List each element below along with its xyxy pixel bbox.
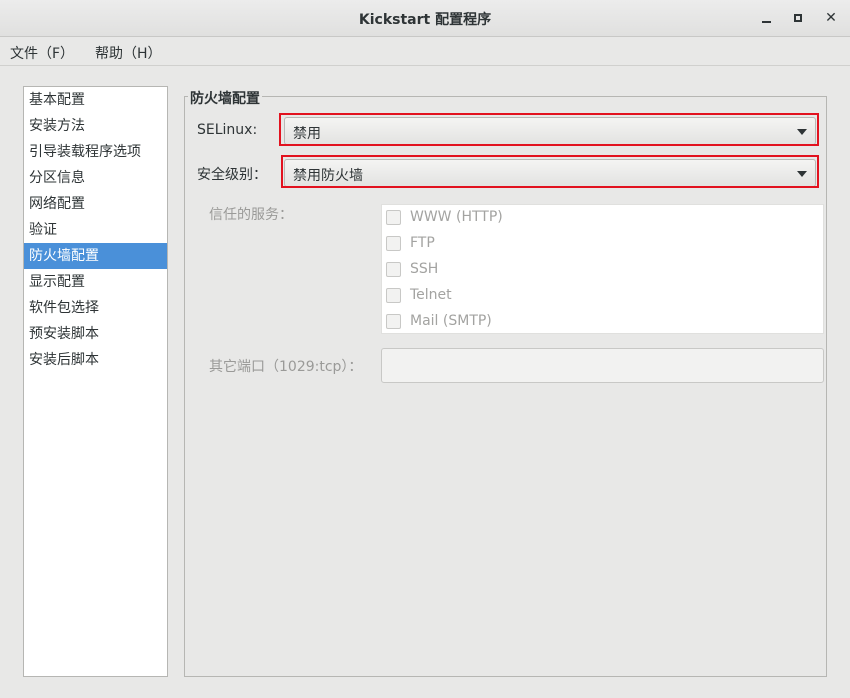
title-bar: Kickstart 配置程序 ✕ — [0, 0, 850, 37]
checkbox[interactable] — [386, 235, 401, 251]
security-level-label: 安全级别： — [197, 167, 267, 183]
service-label: FTP — [410, 235, 435, 251]
section-title: 防火墙配置 — [188, 88, 262, 108]
service-label: WWW (HTTP) — [410, 209, 503, 225]
sidebar-item-network[interactable]: 网络配置 — [24, 191, 167, 217]
sidebar-item-display[interactable]: 显示配置 — [24, 269, 167, 295]
maximize-button[interactable] — [788, 8, 808, 28]
other-ports-input[interactable] — [381, 348, 824, 383]
service-ftp[interactable]: FTP — [386, 233, 435, 253]
menu-file[interactable]: 文件（F） — [10, 43, 74, 63]
checkbox[interactable] — [386, 313, 401, 329]
selinux-value: 禁用 — [293, 126, 321, 142]
sidebar-list: 基本配置 安装方法 引导装载程序选项 分区信息 网络配置 验证 防火墙配置 显示… — [24, 87, 167, 373]
sidebar-item-firewall[interactable]: 防火墙配置 — [24, 243, 167, 269]
service-label: Mail (SMTP) — [410, 313, 492, 329]
service-ssh[interactable]: SSH — [386, 259, 438, 279]
sidebar-item-post-script[interactable]: 安装后脚本 — [24, 347, 167, 373]
dropdown-arrow-icon — [797, 129, 807, 135]
checkbox[interactable] — [386, 209, 401, 225]
minimize-button[interactable] — [756, 8, 776, 28]
minimize-icon — [761, 21, 771, 23]
menu-help[interactable]: 帮助（H） — [95, 43, 162, 63]
sidebar-item-packages[interactable]: 软件包选择 — [24, 295, 167, 321]
sidebar-item-install-method[interactable]: 安装方法 — [24, 113, 167, 139]
trusted-services-label: 信任的服务： — [209, 207, 293, 223]
sidebar: 基本配置 安装方法 引导装载程序选项 分区信息 网络配置 验证 防火墙配置 显示… — [23, 86, 168, 677]
checkbox[interactable] — [386, 287, 401, 303]
sidebar-item-auth[interactable]: 验证 — [24, 217, 167, 243]
service-www[interactable]: WWW (HTTP) — [386, 207, 503, 227]
dropdown-arrow-icon — [797, 171, 807, 177]
close-button[interactable]: ✕ — [821, 8, 841, 28]
security-level-combo[interactable]: 禁用防火墙 — [284, 159, 816, 187]
service-telnet[interactable]: Telnet — [386, 285, 452, 305]
sidebar-item-partition[interactable]: 分区信息 — [24, 165, 167, 191]
other-ports-label: 其它端口（1029:tcp）： — [209, 359, 363, 375]
selinux-label: SELinux: — [197, 122, 258, 138]
sidebar-item-pre-script[interactable]: 预安装脚本 — [24, 321, 167, 347]
window-title: Kickstart 配置程序 — [358, 12, 492, 28]
sidebar-item-basic[interactable]: 基本配置 — [24, 87, 167, 113]
service-label: SSH — [410, 261, 439, 277]
maximize-icon — [794, 14, 802, 22]
service-mail[interactable]: Mail (SMTP) — [386, 311, 492, 331]
security-level-value: 禁用防火墙 — [293, 168, 363, 184]
selinux-combo[interactable]: 禁用 — [284, 117, 816, 145]
checkbox[interactable] — [386, 261, 401, 277]
menu-bar: 文件（F） 帮助（H） — [0, 37, 850, 66]
close-icon: ✕ — [825, 10, 837, 26]
service-label: Telnet — [410, 287, 452, 303]
sidebar-item-bootloader[interactable]: 引导装载程序选项 — [24, 139, 167, 165]
trusted-services-list: WWW (HTTP) FTP SSH Telnet Mail (SMTP) — [381, 204, 824, 334]
